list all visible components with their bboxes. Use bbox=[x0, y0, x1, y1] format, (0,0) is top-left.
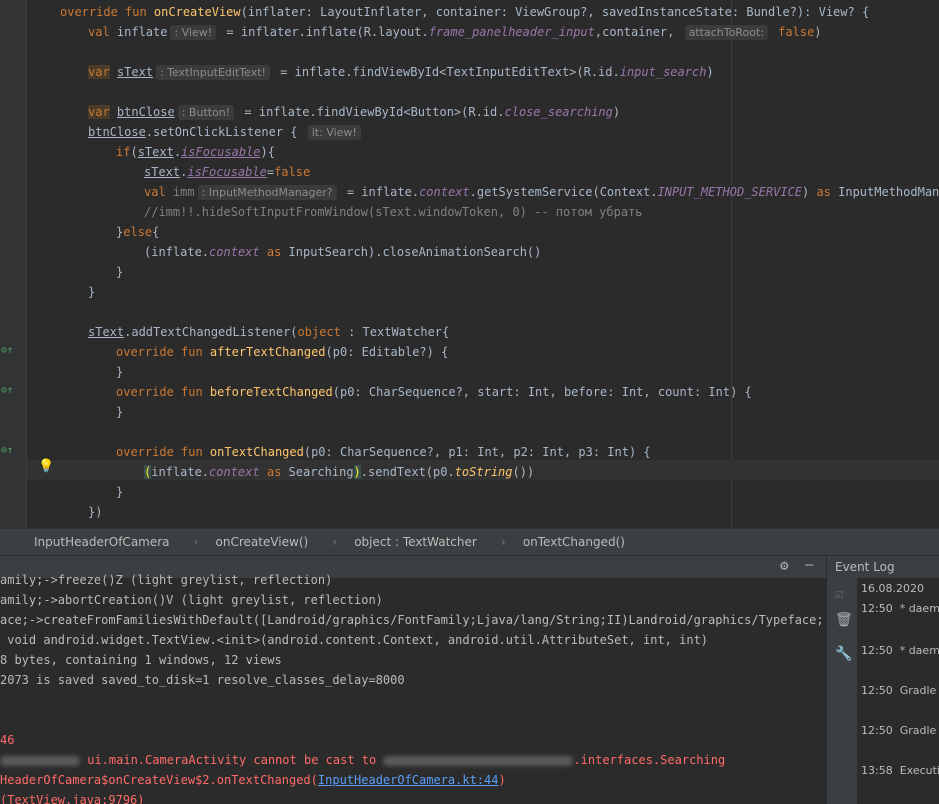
event-text: * daemo bbox=[899, 644, 939, 657]
code-line-19: override fun onTextChanged(p0: CharSeque… bbox=[116, 445, 651, 459]
error-line: (TextView.java:9796) bbox=[0, 793, 145, 804]
event-log-list: 16.08.2020 12:50 * daemo 12:50 * daemo 1… bbox=[857, 578, 939, 804]
log-line: void android.widget.TextView.<init>(andr… bbox=[0, 633, 709, 647]
error-text: HeaderOfCamera$onCreateView$2.onTextChan… bbox=[0, 773, 318, 787]
event-entry[interactable]: 12:50 * daemo bbox=[861, 644, 939, 657]
error-line: ui.main.CameraActivity cannot be cast to… bbox=[0, 750, 725, 770]
code-line-8: val imm: InputMethodManager? = inflate.c… bbox=[144, 185, 939, 200]
override-gutter-icon[interactable]: ⊙↑ bbox=[1, 345, 13, 356]
code-line-3: var sText: TextInputEditText! = inflate.… bbox=[88, 65, 714, 80]
code-line-21: } bbox=[116, 485, 124, 499]
code-line-5: btnClose.setOnClickListener { it: View! bbox=[88, 122, 364, 142]
redacted-text bbox=[383, 755, 574, 766]
source-link[interactable]: InputHeaderOfCamera.kt:44 bbox=[318, 773, 499, 787]
error-text: ) bbox=[498, 773, 506, 787]
redacted-text bbox=[0, 755, 80, 766]
event-time: 13:58 bbox=[861, 764, 893, 777]
right-margin-guide bbox=[731, 0, 732, 528]
code-line-17: override fun beforeTextChanged(p0: CharS… bbox=[116, 385, 752, 399]
code-line-4: var btnClose: Button! = inflate.findView… bbox=[88, 105, 621, 120]
code-line-1: override fun onCreateView(inflater: Layo… bbox=[60, 5, 870, 19]
error-line: 46 bbox=[0, 733, 15, 747]
code-line-13: } bbox=[88, 285, 96, 299]
mark-read-icon[interactable]: ☑ bbox=[835, 586, 843, 602]
trash-icon[interactable]: 🗑 bbox=[835, 612, 853, 628]
log-line: amily;->freeze()Z (light greylist, refle… bbox=[0, 573, 333, 587]
event-text: * daemo bbox=[899, 602, 939, 615]
event-entry[interactable]: 12:50 Gradle s bbox=[861, 724, 939, 737]
code-line-12: } bbox=[116, 265, 124, 279]
code-line-6: if(sText.isFocusable){ bbox=[116, 145, 275, 159]
event-date: 16.08.2020 bbox=[861, 582, 924, 595]
event-text: Gradle s bbox=[899, 724, 939, 737]
event-time: 12:50 bbox=[861, 724, 893, 737]
error-text: .interfaces.Searching bbox=[573, 753, 726, 767]
override-gutter-icon[interactable]: ⊙↑ bbox=[1, 385, 13, 396]
event-time: 12:50 bbox=[861, 684, 893, 697]
lightbulb-icon[interactable]: 💡 bbox=[38, 459, 54, 474]
breadcrumb-item[interactable]: onCreateView() bbox=[182, 535, 321, 549]
event-entry[interactable]: 13:58 Executin bbox=[861, 764, 939, 777]
code-line-7: sText.isFocusable=false bbox=[144, 165, 311, 179]
log-line: ace;->createFromFamiliesWithDefault([Lan… bbox=[0, 613, 826, 627]
override-gutter-icon[interactable]: ⊙↑ bbox=[1, 445, 13, 456]
event-entry[interactable]: 12:50 Gradle s bbox=[861, 684, 939, 697]
gear-icon[interactable]: ⚙ bbox=[780, 558, 788, 574]
wrench-icon[interactable]: 🔧 bbox=[835, 646, 852, 662]
fold-divider bbox=[26, 0, 27, 528]
event-text: Gradle s bbox=[899, 684, 939, 697]
breadcrumb-item[interactable]: object : TextWatcher bbox=[320, 535, 489, 549]
code-line-2: val inflate: View! = inflater.inflate(R.… bbox=[88, 25, 822, 40]
error-line: HeaderOfCamera$onCreateView$2.onTextChan… bbox=[0, 770, 506, 790]
code-line-10: }else{ bbox=[116, 225, 160, 239]
event-log-title: Event Log bbox=[835, 560, 895, 574]
breadcrumb-item[interactable]: InputHeaderOfCamera bbox=[0, 535, 182, 549]
run-console[interactable]: ⚙ — amily;->freeze()Z (light greylist, r… bbox=[0, 556, 826, 804]
breadcrumb: InputHeaderOfCamera onCreateView() objec… bbox=[0, 528, 939, 556]
code-line-9: //imm!!.hideSoftInputFromWindow(sText.wi… bbox=[144, 205, 643, 219]
code-line-22: }) bbox=[88, 505, 103, 519]
log-line: 8 bytes, containing 1 windows, 12 views bbox=[0, 653, 282, 667]
event-log-panel: Event Log ☑ 🗑 🔧 16.08.2020 12:50 * daemo… bbox=[826, 556, 939, 804]
code-line-11: (inflate.context as InputSearch).closeAn… bbox=[144, 245, 542, 259]
log-line: 2073 is saved saved_to_disk=1 resolve_cl… bbox=[0, 673, 405, 687]
event-log-toolbar: ☑ 🗑 🔧 bbox=[827, 580, 857, 804]
code-line-14: sText.addTextChangedListener(object : Te… bbox=[88, 325, 450, 339]
error-text: ui.main.CameraActivity cannot be cast to bbox=[87, 753, 377, 767]
code-line-18: } bbox=[116, 405, 124, 419]
event-text: Executin bbox=[899, 764, 939, 777]
code-line-16: } bbox=[116, 365, 124, 379]
event-entry[interactable]: 12:50 * daemo bbox=[861, 602, 939, 615]
event-time: 12:50 bbox=[861, 602, 893, 615]
code-editor[interactable]: ⊙↑ ⊙↑ ⊙↑ 💡 override fun onCreateView(inf… bbox=[0, 0, 939, 528]
code-line-15: override fun afterTextChanged(p0: Editab… bbox=[116, 345, 449, 359]
breadcrumb-item[interactable]: onTextChanged() bbox=[489, 535, 637, 549]
log-line: amily;->abortCreation()V (light greylist… bbox=[0, 593, 383, 607]
event-time: 12:50 bbox=[861, 644, 893, 657]
code-line-20: (inflate.context as Searching).sendText(… bbox=[144, 465, 535, 479]
minimize-icon[interactable]: — bbox=[805, 557, 813, 573]
